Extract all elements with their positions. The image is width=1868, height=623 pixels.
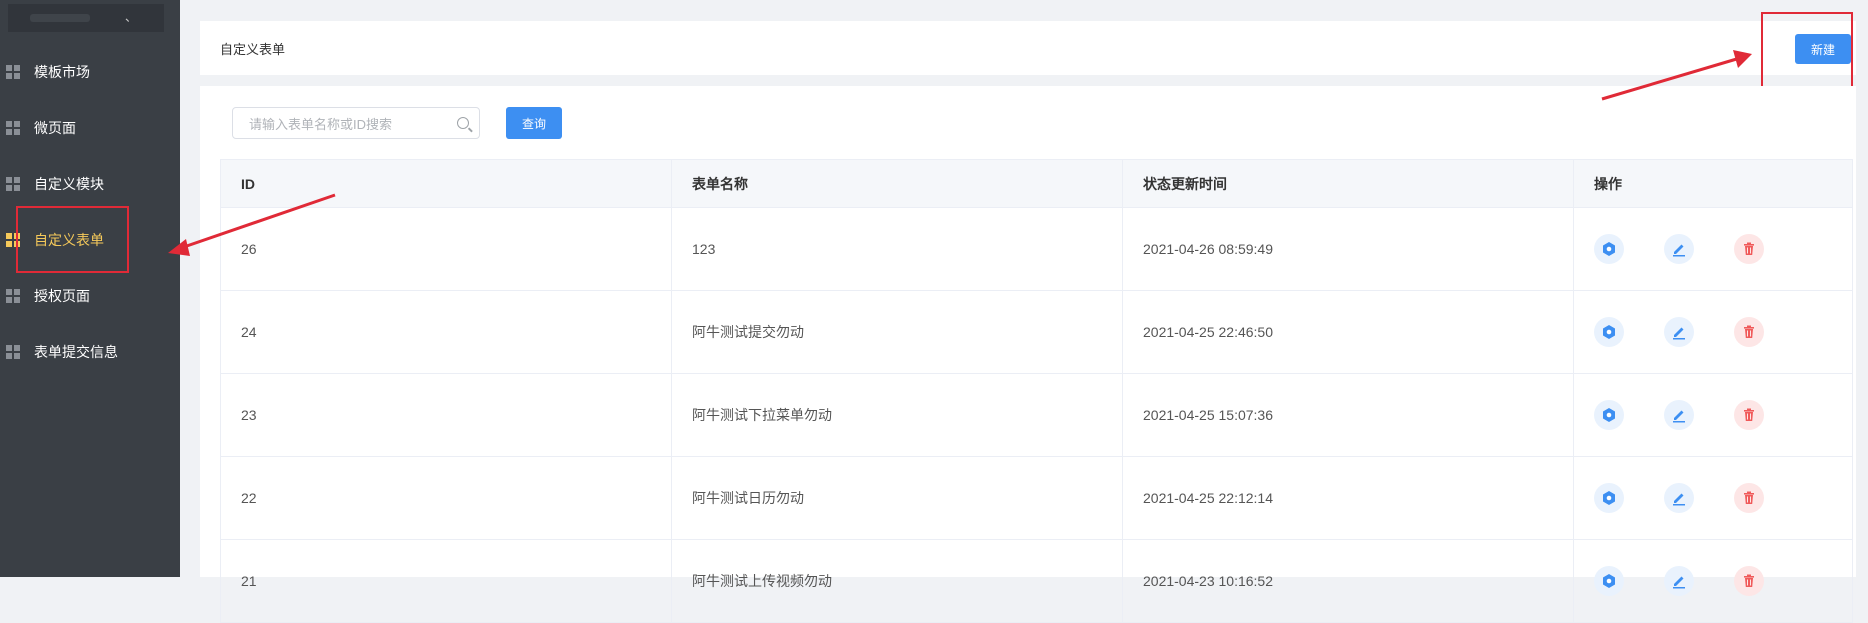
main-panel: 查询 ID 表单名称 状态更新时间 操作 261232021-04-26 08:… — [200, 86, 1856, 623]
cell-updated: 2021-04-25 15:07:36 — [1123, 374, 1574, 457]
edit-button[interactable] — [1664, 317, 1694, 347]
search-icon[interactable] — [457, 117, 469, 129]
cell-actions — [1574, 291, 1853, 374]
annotation-highlight-box — [16, 206, 129, 273]
pencil-icon — [1673, 493, 1685, 506]
trash-icon — [1744, 491, 1754, 504]
hexagon-icon — [1603, 574, 1615, 588]
edit-button[interactable] — [1664, 234, 1694, 264]
sidebar-item-auth-page[interactable]: 授权页面 — [0, 276, 180, 316]
cell-id: 26 — [221, 208, 672, 291]
delete-button[interactable] — [1734, 566, 1764, 596]
edit-button[interactable] — [1664, 400, 1694, 430]
view-button[interactable] — [1594, 566, 1624, 596]
trash-icon — [1744, 242, 1754, 255]
view-button[interactable] — [1594, 317, 1624, 347]
table-row: 24 阿牛测试提交勿动 2021-04-25 22:46:50 — [221, 291, 1853, 374]
table-row: 21 阿牛测试上传视频勿动 2021-04-23 10:16:52 — [221, 540, 1853, 623]
pencil-icon — [1673, 576, 1685, 589]
sidebar-logo-area: 、 — [8, 4, 164, 32]
hexagon-icon — [1603, 325, 1615, 339]
column-header-actions: 操作 — [1574, 160, 1853, 208]
table-row: 26 123 2021-04-26 08:59:49 — [221, 208, 1853, 291]
pencil-icon — [1673, 327, 1685, 340]
cell-id: 21 — [221, 540, 672, 623]
table-header-row: ID 表单名称 状态更新时间 操作 — [221, 160, 1853, 208]
sidebar-item-micro-page[interactable]: 微页面 — [0, 108, 180, 148]
search-box — [232, 107, 480, 140]
trash-icon — [1744, 408, 1754, 421]
hexagon-icon — [1603, 491, 1615, 505]
cell-updated: 2021-04-25 22:12:14 — [1123, 457, 1574, 540]
delete-button[interactable] — [1734, 317, 1764, 347]
grid-icon — [6, 121, 20, 135]
sidebar-item-label: 微页面 — [34, 120, 76, 136]
trash-icon — [1744, 574, 1754, 587]
delete-button[interactable] — [1734, 400, 1764, 430]
cell-id: 24 — [221, 291, 672, 374]
grid-icon — [6, 65, 20, 79]
page-title: 自定义表单 — [220, 42, 286, 57]
grid-icon — [6, 289, 20, 303]
column-header-id: ID — [221, 160, 672, 208]
cell-id: 22 — [221, 457, 672, 540]
sidebar: 、 模板市场 微页面 自定义模块 自定义表单 授权页面 表单提交信息 — [0, 0, 180, 577]
cell-updated: 2021-04-25 22:46:50 — [1123, 291, 1574, 374]
hexagon-icon — [1603, 408, 1615, 422]
cell-id: 23 — [221, 374, 672, 457]
sidebar-item-label: 授权页面 — [34, 288, 90, 304]
table-row: 23 阿牛测试下拉菜单勿动 2021-04-25 15:07:36 — [221, 374, 1853, 457]
logo-mark: 、 — [125, 10, 138, 24]
delete-button[interactable] — [1734, 234, 1764, 264]
annotation-highlight-box — [1761, 12, 1853, 89]
cell-name: 阿牛测试下拉菜单勿动 — [672, 374, 1123, 457]
grid-icon — [6, 345, 20, 359]
sidebar-item-template-market[interactable]: 模板市场 — [0, 52, 180, 92]
edit-button[interactable] — [1664, 483, 1694, 513]
cell-actions — [1574, 374, 1853, 457]
cell-name: 阿牛测试提交勿动 — [672, 291, 1123, 374]
cell-name: 阿牛测试日历勿动 — [672, 457, 1123, 540]
cell-name: 阿牛测试上传视频勿动 — [672, 540, 1123, 623]
sidebar-item-label: 表单提交信息 — [34, 344, 118, 360]
page-header: 自定义表单 新建 — [200, 21, 1856, 75]
cell-updated: 2021-04-23 10:16:52 — [1123, 540, 1574, 623]
sidebar-item-form-submissions[interactable]: 表单提交信息 — [0, 332, 180, 372]
pencil-icon — [1673, 244, 1685, 257]
delete-button[interactable] — [1734, 483, 1764, 513]
cell-actions — [1574, 540, 1853, 623]
table-row: 22 阿牛测试日历勿动 2021-04-25 22:12:14 — [221, 457, 1853, 540]
sidebar-item-label: 模板市场 — [34, 64, 90, 80]
column-header-updated: 状态更新时间 — [1123, 160, 1574, 208]
pencil-icon — [1673, 410, 1685, 423]
cell-actions — [1574, 457, 1853, 540]
view-button[interactable] — [1594, 483, 1624, 513]
sidebar-item-custom-module[interactable]: 自定义模块 — [0, 164, 180, 204]
search-input[interactable] — [247, 108, 451, 140]
cell-actions — [1574, 208, 1853, 291]
edit-button[interactable] — [1664, 566, 1694, 596]
blurred-logo — [30, 14, 90, 22]
cell-name: 123 — [672, 208, 1123, 291]
query-button[interactable]: 查询 — [506, 107, 562, 139]
grid-icon — [6, 177, 20, 191]
form-table: ID 表单名称 状态更新时间 操作 26 123 2021-04-26 08:59:… — [220, 159, 1853, 623]
column-header-name: 表单名称 — [672, 160, 1123, 208]
view-button[interactable] — [1594, 234, 1624, 264]
trash-icon — [1744, 325, 1754, 338]
sidebar-item-label: 自定义模块 — [34, 176, 104, 192]
cell-updated: 2021-04-26 08:59:49 — [1123, 208, 1574, 291]
view-button[interactable] — [1594, 400, 1624, 430]
hexagon-icon — [1603, 242, 1615, 256]
